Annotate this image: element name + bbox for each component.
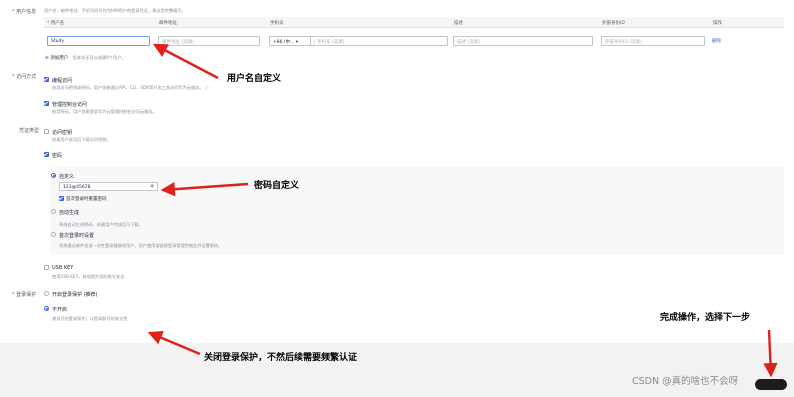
arrow-username — [152, 43, 219, 80]
watermark: CSDN @真的啥也不会呀 — [632, 376, 739, 387]
annotation-arrows — [147, 43, 778, 378]
arrow-password — [160, 181, 249, 197]
next-button[interactable] — [755, 379, 787, 390]
arrow-next — [763, 329, 778, 378]
arrow-protect — [147, 331, 201, 356]
